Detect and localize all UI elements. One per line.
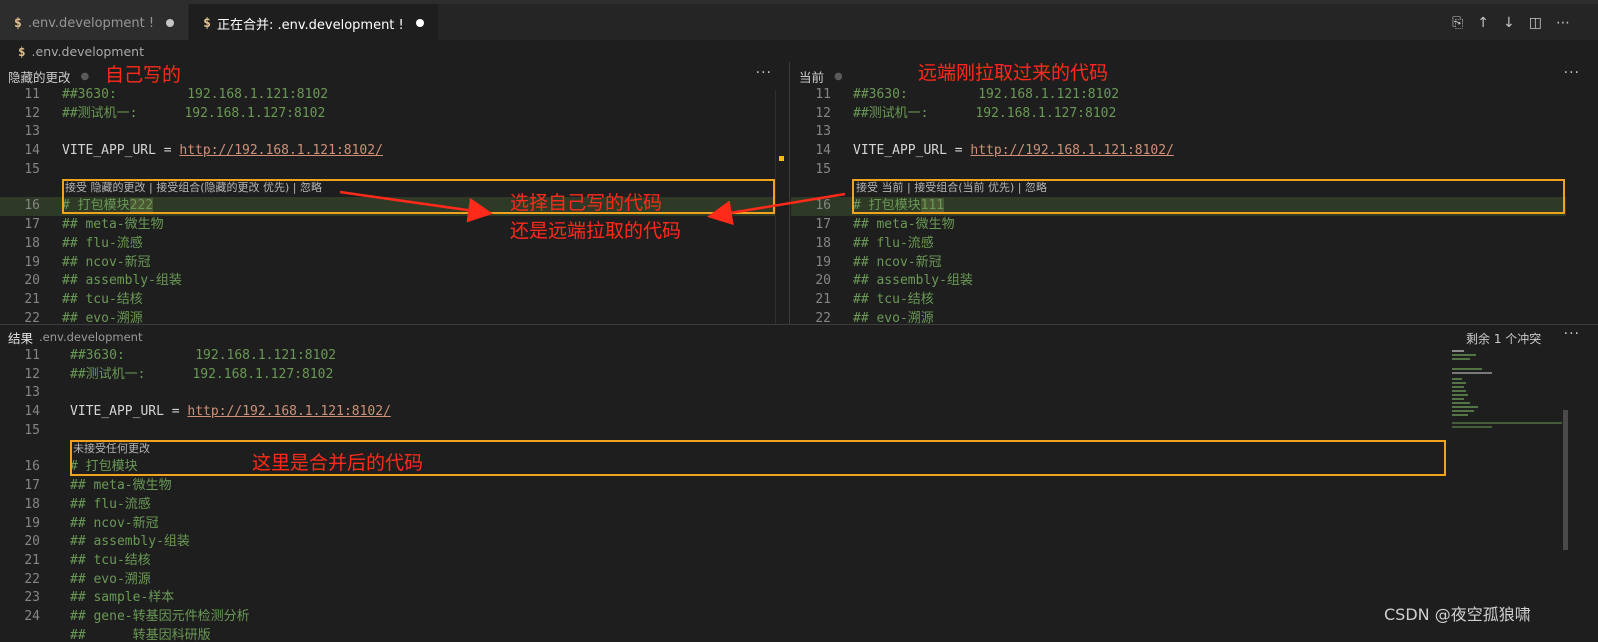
code-line: 17 ## meta-微生物 bbox=[24, 478, 172, 494]
arrow-right-icon bbox=[707, 192, 846, 226]
code-line: 20 ## assembly-组装 bbox=[24, 534, 190, 550]
watermark: CSDN @夜空孤狼啸 bbox=[1384, 605, 1531, 624]
annotation-merged-code: 这里是合并后的代码 bbox=[252, 452, 424, 474]
code-line: 12 ##测试机一: 192.168.1.127:8102 bbox=[24, 366, 334, 382]
code-line: ## 转基因科研版 bbox=[70, 627, 211, 642]
result-filename: .env.development bbox=[39, 330, 143, 344]
minimap[interactable] bbox=[1452, 350, 1572, 440]
vertical-scrollbar[interactable] bbox=[1563, 410, 1568, 550]
code-line: 11 ##3630: 192.168.1.121:8102 bbox=[24, 348, 337, 363]
code-line: 24 ## gene-转基因元件检测分析 bbox=[24, 608, 250, 624]
code-line: 13 bbox=[24, 385, 40, 401]
url-link[interactable]: http://192.168.1.121:8102/ bbox=[187, 404, 391, 419]
more-icon[interactable]: ··· bbox=[1564, 326, 1580, 342]
code-line: 22 ## evo-溯源 bbox=[24, 571, 151, 587]
pane-title: 结果 bbox=[8, 330, 34, 346]
remaining-conflicts[interactable]: 剩余 1 个冲突 bbox=[1466, 330, 1541, 347]
result-editor[interactable]: 11 ##3630: 192.168.1.121:8102 12 ##测试机一: 1… bbox=[0, 347, 1450, 642]
code-line: 14 VITE_APP_URL = http://192.168.1.121:81… bbox=[24, 404, 391, 420]
code-line: 18 ## flu-流感 bbox=[24, 496, 151, 512]
code-line: 15 bbox=[24, 422, 40, 438]
code-line: 19 ## ncov-新冠 bbox=[24, 515, 159, 531]
code-line: 23 ## sample-样本 bbox=[24, 590, 175, 606]
code-line: 21 ## tcu-结核 bbox=[24, 552, 151, 568]
arrow-left-icon bbox=[339, 190, 493, 223]
result-pane-header: 结果 .env.development ··· bbox=[0, 325, 1598, 349]
